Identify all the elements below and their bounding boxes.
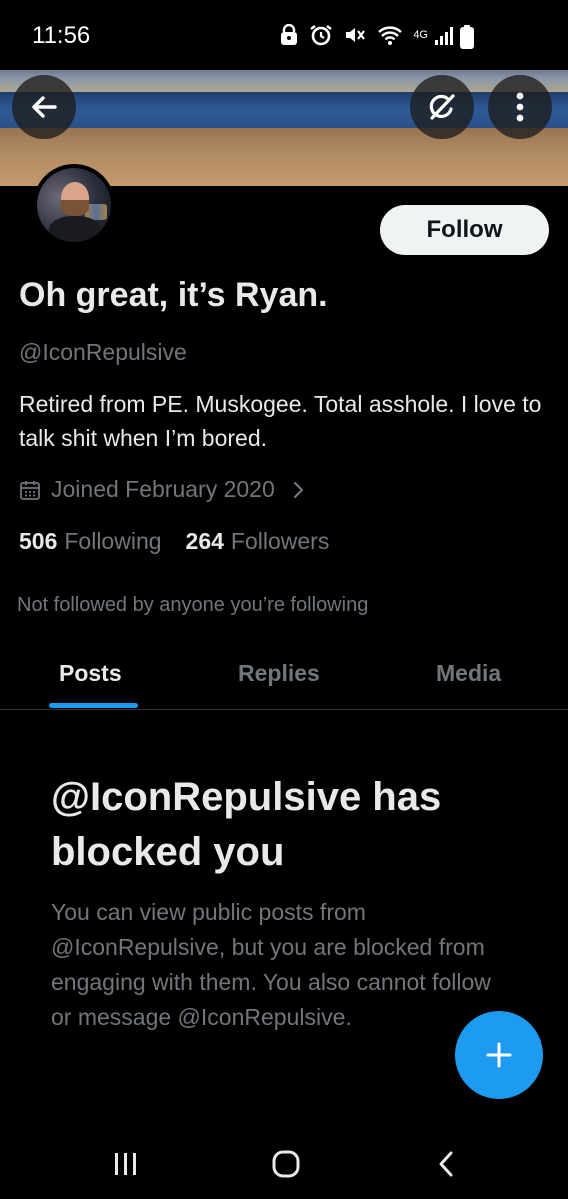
- system-back-button[interactable]: [416, 1144, 476, 1184]
- lock-icon: [281, 24, 298, 45]
- home-button[interactable]: [256, 1144, 316, 1184]
- recents-icon: [115, 1153, 136, 1175]
- blocked-description: You can view public posts from @IconRepu…: [51, 899, 491, 1030]
- followers-label: Followers: [230, 528, 330, 554]
- not-followed-notice: Not followed by anyone you’re following: [17, 594, 369, 616]
- tab-media[interactable]: Media: [436, 660, 501, 687]
- joined-date-text: Joined February 2020: [51, 476, 275, 502]
- avatar-body: [49, 216, 101, 242]
- home-icon: [272, 1150, 300, 1178]
- followers-stat[interactable]: 264 Followers: [186, 528, 330, 555]
- profile-bio: Retired from PE. Muskogee. Total asshole…: [19, 391, 542, 451]
- mute-icon: [346, 28, 366, 42]
- nav-back-icon: [439, 1151, 453, 1177]
- active-tab-indicator: [49, 703, 138, 708]
- tab-posts[interactable]: Posts: [59, 660, 122, 687]
- grok-button[interactable]: [410, 75, 474, 139]
- status-bar: 11:56 4G: [0, 0, 568, 70]
- more-options-button[interactable]: [488, 75, 552, 139]
- wifi-icon: [378, 26, 403, 45]
- more-vertical-icon: [516, 92, 524, 122]
- calendar-icon: [20, 480, 40, 500]
- avatar-beard: [61, 200, 89, 216]
- status-icons: 4G: [279, 24, 456, 46]
- avatar[interactable]: [33, 164, 115, 246]
- joined-date-row[interactable]: Joined February 2020: [19, 476, 305, 503]
- back-button[interactable]: [12, 75, 76, 139]
- recents-button[interactable]: [96, 1144, 156, 1184]
- following-stat[interactable]: 506 Following: [19, 528, 162, 555]
- display-name: Oh great, it’s Ryan.: [19, 276, 328, 314]
- followers-count: 264: [185, 528, 224, 554]
- network-type: 4G: [413, 29, 428, 41]
- following-label: Following: [64, 528, 162, 554]
- plus-icon: [486, 1042, 512, 1068]
- follow-stats: 506 Following 264 Followers: [19, 528, 329, 555]
- blocked-title: @IconRepulsive has blocked you: [51, 775, 442, 874]
- following-count: 506: [19, 528, 58, 554]
- tab-replies[interactable]: Replies: [238, 660, 320, 687]
- compose-button[interactable]: [455, 1011, 543, 1099]
- status-time: 11:56: [32, 22, 91, 49]
- grok-icon: [429, 94, 455, 120]
- back-arrow-icon: [32, 96, 57, 118]
- battery-icon: [460, 25, 474, 49]
- banner-water: [0, 92, 568, 130]
- system-nav-bar: [0, 1120, 568, 1199]
- chevron-right-icon: [293, 481, 303, 498]
- profile-handle: @IconRepulsive: [19, 339, 187, 365]
- avatar-image: [37, 168, 111, 242]
- alarm-icon: [310, 25, 333, 46]
- profile-tabs: Posts Replies Media: [0, 640, 568, 710]
- signal-icon: [435, 27, 453, 45]
- follow-button[interactable]: Follow: [380, 205, 549, 255]
